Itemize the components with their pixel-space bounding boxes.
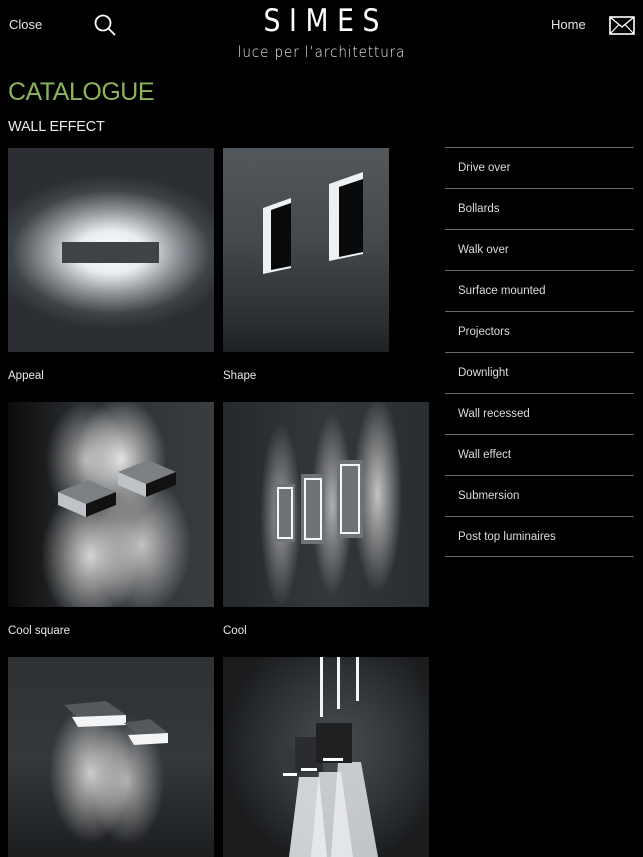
product-name: Appeal (8, 370, 44, 382)
product-image (8, 402, 214, 607)
category-item-post-top-luminaires[interactable]: Post top luminaires (445, 516, 634, 557)
lamp-shape (275, 460, 363, 544)
page-title: CATALOGUE (8, 78, 155, 106)
product-tile-shape[interactable]: Shape (223, 148, 389, 388)
mail-button[interactable] (609, 16, 635, 35)
category-item-bollards[interactable]: Bollards (445, 188, 634, 229)
product-image (223, 657, 429, 857)
close-button[interactable]: Close (9, 17, 42, 32)
product-name: Cool square (8, 625, 71, 637)
product-tile-appeal[interactable]: Appeal (8, 148, 214, 388)
category-item-wall-effect[interactable]: Wall effect (445, 434, 634, 475)
product-tile-cool[interactable]: Cool (223, 402, 429, 642)
category-item-projectors[interactable]: Projectors (445, 311, 634, 352)
brand-logo: SIMES (263, 3, 389, 39)
product-name: Shape (223, 370, 257, 382)
product-image (8, 148, 214, 352)
product-tile[interactable] (223, 657, 429, 857)
brand-tagline: luce per l’architettura (237, 43, 406, 61)
section-title: WALL EFFECT (8, 119, 105, 135)
product-image (223, 148, 389, 352)
mail-icon (609, 16, 635, 35)
category-item-drive-over[interactable]: Drive over (445, 147, 634, 188)
category-item-wall-recessed[interactable]: Wall recessed (445, 393, 634, 434)
product-image (223, 402, 429, 607)
home-button[interactable]: Home (551, 17, 586, 32)
product-name: Cool (223, 625, 247, 637)
product-tile[interactable] (8, 657, 214, 857)
product-image (8, 657, 214, 857)
category-item-submersion[interactable]: Submersion (445, 475, 634, 516)
lamp-shape (64, 701, 168, 745)
category-item-surface-mounted[interactable]: Surface mounted (445, 270, 634, 311)
category-item-downlight[interactable]: Downlight (445, 352, 634, 393)
lamp-shape (62, 242, 159, 263)
product-tile-cool-square[interactable]: Cool square (8, 402, 214, 642)
lamp-shape (263, 172, 363, 274)
lamp-shape (58, 460, 176, 517)
lamp-shape (279, 657, 378, 857)
category-item-walk-over[interactable]: Walk over (445, 229, 634, 270)
category-list: Drive over Bollards Walk over Surface mo… (445, 147, 634, 557)
